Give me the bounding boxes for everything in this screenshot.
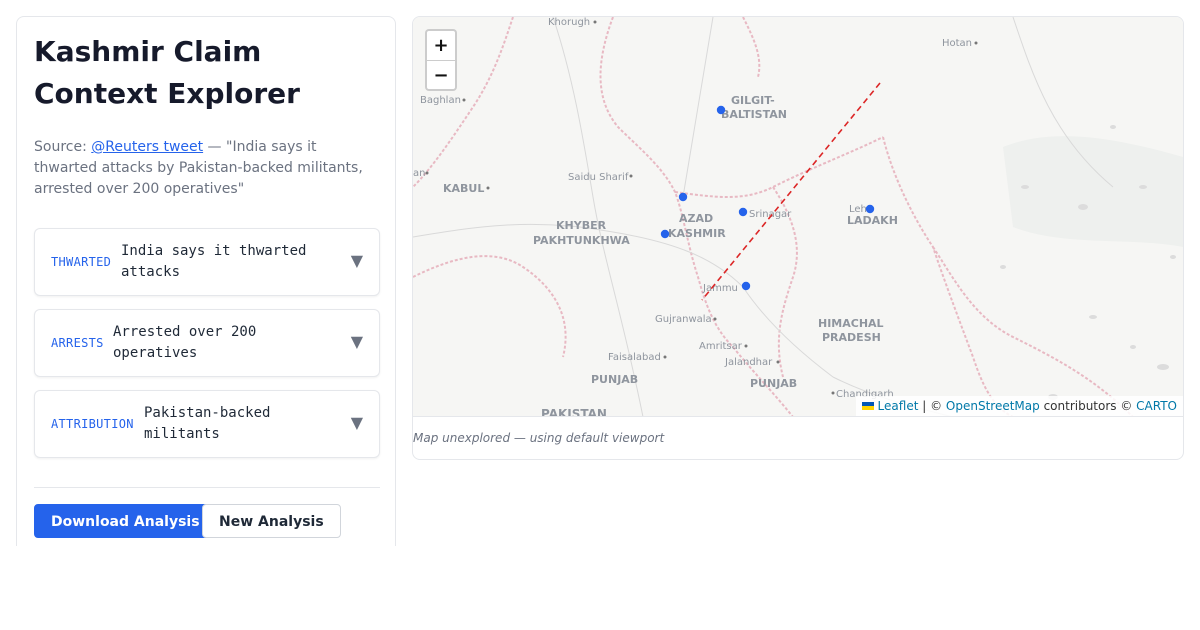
city-dot (425, 171, 429, 175)
city-dot (744, 344, 748, 348)
map-label: Hotan (942, 38, 972, 49)
zoom-out-button[interactable]: − (427, 60, 455, 89)
map-labels: Khorugh Hotan Baghlan GILGIT- BALTISTAN … (413, 17, 978, 417)
claim-text: India says it thwarted attacks (121, 243, 307, 280)
city-dot (663, 355, 667, 359)
city-dot (462, 98, 466, 102)
city-dot (629, 174, 633, 178)
map-label: KHYBER (556, 219, 607, 232)
map-label: Faisalabad (608, 352, 661, 363)
chevron-down-icon[interactable]: ▼ (351, 251, 363, 270)
claim-tag: ATTRIBUTION (51, 417, 134, 431)
osm-link[interactable]: OpenStreetMap (946, 399, 1040, 413)
map-label: Khorugh (548, 17, 590, 28)
claim-text: Arrested over 200 operatives (113, 324, 257, 361)
claim-text: Pakistan-backed militants (144, 405, 271, 442)
claim-card-arrests[interactable]: ARRESTS Arrested over 200 operatives ▼ (34, 309, 380, 377)
ukraine-flag-icon (861, 402, 874, 410)
map-label: PAKISTAN (541, 407, 607, 417)
map-label: LADAKH (847, 214, 898, 227)
city-dot (776, 360, 780, 364)
attribution-contrib: contributors © (1039, 399, 1137, 413)
map-label: BALTISTAN (721, 108, 787, 121)
map-marker[interactable] (865, 204, 875, 214)
map-label: Saidu Sharif (568, 172, 629, 183)
source-link[interactable]: @Reuters tweet (91, 139, 203, 155)
claim-tag: ARRESTS (51, 336, 104, 350)
chevron-down-icon[interactable]: ▼ (351, 413, 363, 432)
map-label: PUNJAB (750, 377, 797, 390)
zoom-control: + − (425, 29, 457, 91)
map-card: Khorugh Hotan Baghlan GILGIT- BALTISTAN … (412, 16, 1184, 460)
attribution-sep: | © (918, 399, 946, 413)
map-marker[interactable] (738, 207, 748, 217)
city-dot (831, 391, 835, 395)
map-label: Amritsar (699, 341, 743, 352)
claim-tag: THWARTED (51, 255, 112, 269)
plateau-area (1003, 136, 1183, 247)
map-status-text: Map unexplored — using default viewport (413, 431, 665, 445)
map-canvas[interactable]: Khorugh Hotan Baghlan GILGIT- BALTISTAN … (413, 17, 1183, 417)
map-label: PRADESH (822, 331, 881, 344)
map-label: Srinagar (749, 209, 792, 220)
analysis-panel: Kashmir Claim Context Explorer Source: @… (16, 16, 396, 546)
download-analysis-button[interactable]: Download Analysis (34, 504, 217, 538)
map-label: Baghlan (420, 95, 461, 106)
chevron-down-icon[interactable]: ▼ (351, 332, 363, 351)
carto-link[interactable]: CARTO (1136, 399, 1177, 413)
map-marker[interactable] (741, 281, 751, 291)
map-attribution: Leaflet | © OpenStreetMap contributors ©… (855, 396, 1183, 416)
map-label: an (413, 168, 425, 179)
map-view[interactable]: Khorugh Hotan Baghlan GILGIT- BALTISTAN … (413, 17, 1183, 417)
map-label: GILGIT- (731, 94, 775, 107)
source-prefix: Source: (34, 139, 92, 155)
map-label: PAKHTUNKHWA (533, 234, 630, 247)
map-marker[interactable] (660, 229, 670, 239)
map-label: Gujranwala (655, 314, 712, 325)
page-title: Kashmir Claim Context Explorer (34, 35, 300, 110)
map-label: HIMACHAL (818, 317, 884, 330)
zoom-in-button[interactable]: + (427, 31, 455, 60)
claim-card-thwarted[interactable]: THWARTED India says it thwarted attacks … (34, 228, 380, 296)
map-marker[interactable] (678, 192, 688, 202)
source-line: Source: @Reuters tweet — "India says it … (34, 137, 374, 200)
leaflet-link[interactable]: Leaflet (878, 399, 919, 413)
divider (34, 487, 380, 488)
map-label: Jalandhar (724, 357, 773, 368)
city-dot (713, 317, 717, 321)
city-dot (486, 186, 490, 190)
map-label: PUNJAB (591, 373, 638, 386)
claim-card-attribution[interactable]: ATTRIBUTION Pakistan-backed militants ▼ (34, 390, 380, 458)
map-marker[interactable] (716, 105, 726, 115)
map-label: KASHMIR (668, 227, 726, 240)
map-label: KABUL (443, 182, 484, 195)
city-dot (593, 20, 597, 24)
city-dot (974, 41, 978, 45)
new-analysis-button[interactable]: New Analysis (202, 504, 341, 538)
map-label: AZAD (679, 212, 713, 225)
